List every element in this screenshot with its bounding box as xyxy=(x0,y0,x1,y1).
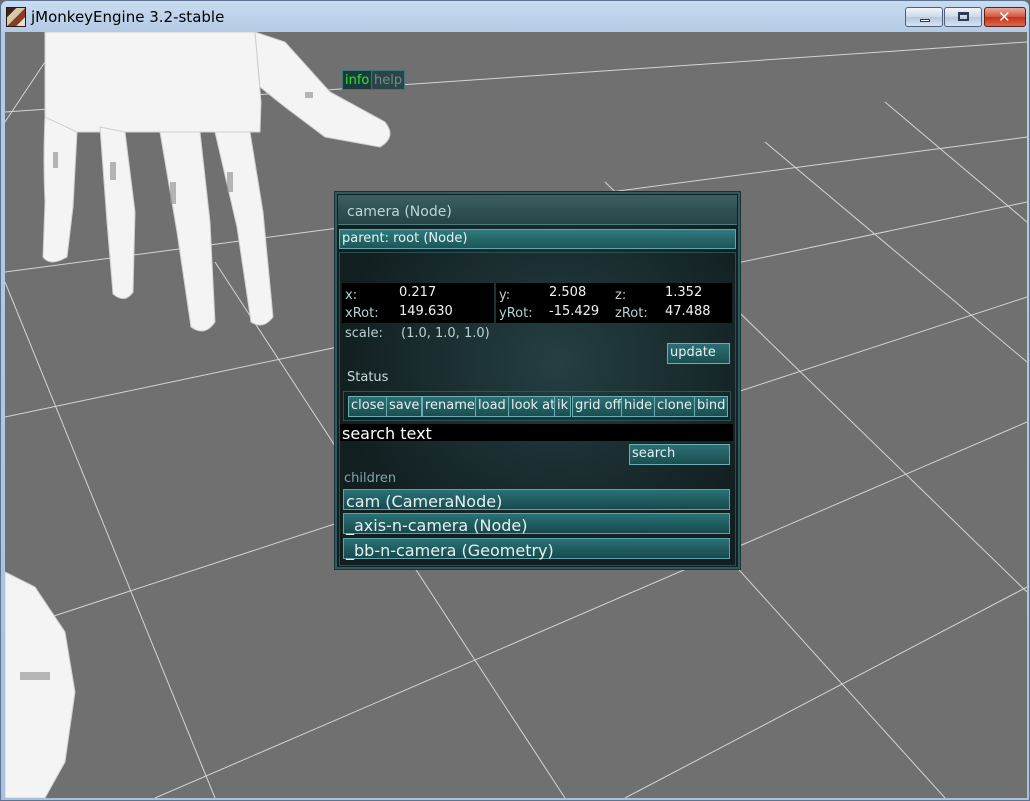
panel-title: camera (Node) xyxy=(347,204,452,220)
close-icon: ✕ xyxy=(998,8,1011,26)
app-window: jMonkeyEngine 3.2-stable ✕ camera (Node)… xyxy=(0,0,1030,801)
look-at-button[interactable]: look at xyxy=(508,396,559,417)
bind-button[interactable]: bind xyxy=(694,396,729,417)
ik-button[interactable]: ik xyxy=(554,396,572,417)
update-button[interactable]: update xyxy=(667,343,730,364)
search-button[interactable]: search xyxy=(629,444,730,465)
yrot-label: yRot: xyxy=(499,306,533,321)
x-field[interactable]: 0.217 xyxy=(399,285,436,300)
scale-value: (1.0, 1.0, 1.0) xyxy=(401,326,490,341)
minimize-icon xyxy=(920,19,930,22)
child-item-label: _bb-n-camera (Geometry) xyxy=(346,541,554,560)
save-button[interactable]: save xyxy=(386,396,423,417)
search-button-label: search xyxy=(632,446,676,461)
child-item-label: cam (CameraNode) xyxy=(346,492,503,511)
status-label: Status xyxy=(347,370,389,385)
update-button-label: update xyxy=(670,345,716,360)
scale-label: scale: xyxy=(345,326,383,341)
xrot-label: xRot: xyxy=(345,306,379,321)
parent-node-button[interactable]: parent: root (Node) xyxy=(339,229,736,249)
close-window-button[interactable]: ✕ xyxy=(984,7,1026,27)
child-item[interactable]: _bb-n-camera (Geometry) xyxy=(343,538,730,560)
maximize-button[interactable] xyxy=(944,7,982,27)
y-label: y: xyxy=(499,288,511,303)
zrot-label: zRot: xyxy=(615,306,648,321)
close-node-button[interactable]: close xyxy=(348,396,388,417)
tab-help[interactable]: help xyxy=(371,70,406,90)
grid-off-button[interactable]: grid off xyxy=(572,396,625,417)
maximize-icon xyxy=(958,12,969,21)
app-icon xyxy=(6,7,26,27)
minimize-button[interactable] xyxy=(905,7,943,27)
z-label: z: xyxy=(615,288,627,303)
title-bar[interactable]: jMonkeyEngine 3.2-stable ✕ xyxy=(1,1,1029,32)
children-label: children xyxy=(344,471,397,486)
hide-button[interactable]: hide xyxy=(621,396,656,417)
xrot-field[interactable]: 149.630 xyxy=(399,304,453,319)
window-title: jMonkeyEngine 3.2-stable xyxy=(31,8,225,26)
panel-title-bar[interactable]: camera (Node) xyxy=(338,195,737,225)
parent-node-label: parent: root (Node) xyxy=(342,231,468,246)
search-input[interactable]: search text xyxy=(340,424,733,443)
search-input-text: search text xyxy=(342,424,432,443)
clone-button[interactable]: clone xyxy=(654,396,695,417)
field-divider xyxy=(494,283,496,323)
child-item[interactable]: cam (CameraNode) xyxy=(343,489,730,511)
yrot-field[interactable]: -15.429 xyxy=(549,304,599,319)
child-item[interactable]: _axis-n-camera (Node) xyxy=(343,513,730,535)
zrot-field[interactable]: 47.488 xyxy=(665,304,711,319)
y-field[interactable]: 2.508 xyxy=(549,285,586,300)
x-label: x: xyxy=(345,288,358,303)
rename-button[interactable]: rename xyxy=(422,396,478,417)
tab-info[interactable]: info xyxy=(342,70,373,90)
load-button[interactable]: load xyxy=(475,396,509,417)
robot-hand-model xyxy=(5,32,391,798)
z-field[interactable]: 1.352 xyxy=(665,285,702,300)
child-item-label: _axis-n-camera (Node) xyxy=(346,516,528,535)
